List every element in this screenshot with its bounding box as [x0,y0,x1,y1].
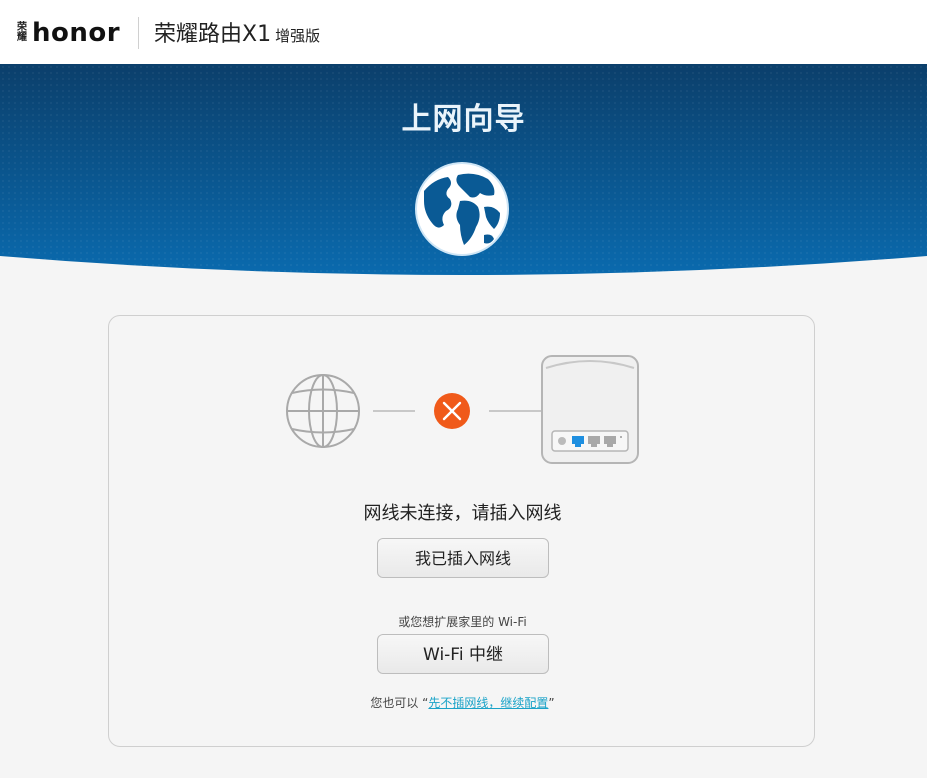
connection-diagram [286,355,639,464]
globe-outline-icon [286,374,360,448]
skip-cable-link[interactable]: 先不插网线，继续配置 [428,696,548,710]
brand-name: honor [32,18,121,48]
brand-cn-text: 荣耀 [17,22,27,43]
skip-prefix: 您也可以 “ [370,696,429,710]
header-divider [138,17,139,49]
top-bar: 荣耀 honor 荣耀路由X1 增强版 [0,0,927,64]
skip-suffix: ” [548,696,555,710]
globe-icon [414,161,510,257]
connection-status-text: 网线未连接，请插入网线 [363,503,562,524]
cable-plugged-button[interactable]: 我已插入网线 [377,538,549,578]
extend-wifi-hint: 或您想扩展家里的 Wi-Fi [398,615,527,629]
skip-cable-line: 您也可以 “先不插网线，继续配置” [109,694,816,711]
error-x-icon [434,393,470,429]
product-title: 荣耀路由X1 增强版 [154,20,320,51]
wifi-relay-button[interactable]: Wi-Fi 中继 [377,634,549,674]
hero-title: 上网向导 [401,102,526,137]
product-edition: 增强版 [275,27,321,45]
router-icon [541,355,639,464]
honor-logo: 荣耀 honor [16,18,120,48]
product-name: 荣耀路由X1 [154,22,272,47]
setup-card: 网线未连接，请插入网线 我已插入网线 或您想扩展家里的 Wi-Fi Wi-Fi … [108,315,815,747]
hero-banner: 上网向导 [0,64,927,294]
